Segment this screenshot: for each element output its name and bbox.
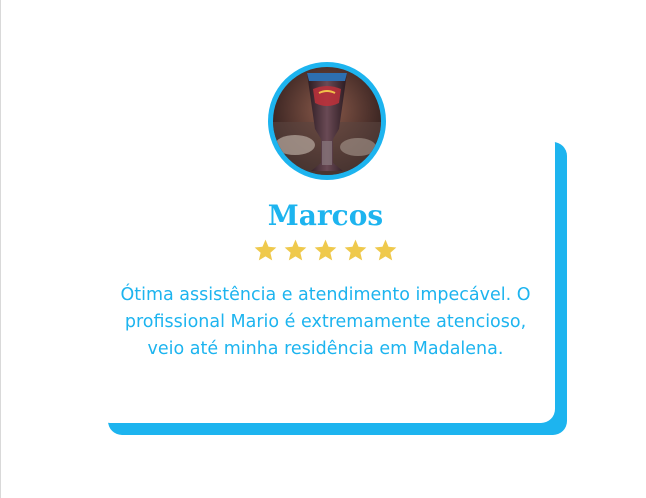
- star-icon: [344, 239, 367, 261]
- review-line: profissional Mario é extremamente atenci…: [124, 312, 527, 332]
- review-line: veio até minha residência em Madalena.: [147, 339, 504, 359]
- avatar-photo: [273, 67, 381, 175]
- star-rating: [96, 238, 555, 263]
- avatar: [268, 62, 386, 180]
- page-edge-divider: [0, 0, 1, 498]
- reviewer-name: Marcos: [267, 199, 384, 232]
- review-line: Ótima assistência e atendimento impecáve…: [120, 285, 531, 305]
- review-text: Ótima assistência e atendimento impecáve…: [96, 282, 555, 363]
- star-icon: [284, 239, 307, 261]
- star-icon: [314, 239, 337, 261]
- star-icon: [374, 239, 397, 261]
- star-icon: [254, 239, 277, 261]
